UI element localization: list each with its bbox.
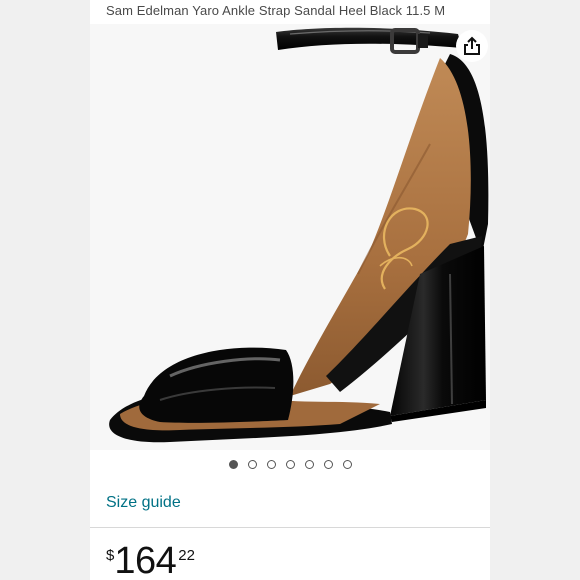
price: $ 164 22 [106,542,195,580]
product-title: Sam Edelman Yaro Ankle Strap Sandal Heel… [106,3,446,18]
left-margin [0,0,90,580]
carousel-dot[interactable] [228,460,238,469]
carousel-dot[interactable] [266,460,276,469]
carousel-dot[interactable] [304,460,314,469]
carousel-dot[interactable] [342,460,352,469]
share-icon [464,36,480,55]
right-margin [490,0,580,580]
size-guide-link[interactable]: Size guide [106,494,181,512]
price-fraction: 22 [178,547,195,564]
carousel-dots [90,460,490,472]
carousel-dot[interactable] [323,460,333,469]
share-button[interactable] [456,30,488,62]
carousel-dot[interactable] [285,460,295,469]
product-image-area[interactable] [90,24,490,450]
price-currency: $ [106,547,115,564]
product-panel: Sam Edelman Yaro Ankle Strap Sandal Heel… [90,0,490,580]
divider [90,527,490,528]
price-whole: 164 [114,540,177,580]
product-image[interactable] [90,24,490,450]
carousel-dot[interactable] [247,460,257,469]
